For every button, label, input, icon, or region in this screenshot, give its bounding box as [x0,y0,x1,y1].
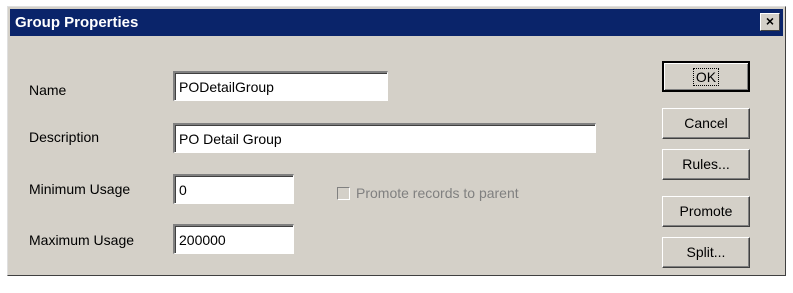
split-button[interactable]: Split... [662,237,750,268]
name-input[interactable] [173,71,388,101]
dialog-title: Group Properties [15,14,139,31]
description-label: Description [29,129,100,145]
ok-label: OK [692,68,720,86]
close-icon: × [765,13,775,29]
promote-records-checkbox[interactable] [337,187,350,200]
name-label: Name [29,82,67,98]
ok-button[interactable]: OK [662,61,750,92]
cancel-button[interactable]: Cancel [662,108,750,139]
promote-records-label: Promote records to parent [356,185,519,201]
minimum-usage-input[interactable] [173,174,294,204]
close-button[interactable]: × [760,13,780,31]
promote-button[interactable]: Promote [662,196,750,227]
maximum-usage-input[interactable] [173,224,294,254]
title-bar: Group Properties × [10,9,783,36]
description-input[interactable] [173,123,596,153]
maximum-usage-label: Maximum Usage [29,232,135,248]
rules-button[interactable]: Rules... [662,149,750,180]
group-properties-dialog: Group Properties × Name Description Mini… [7,6,786,276]
minimum-usage-label: Minimum Usage [29,181,131,197]
